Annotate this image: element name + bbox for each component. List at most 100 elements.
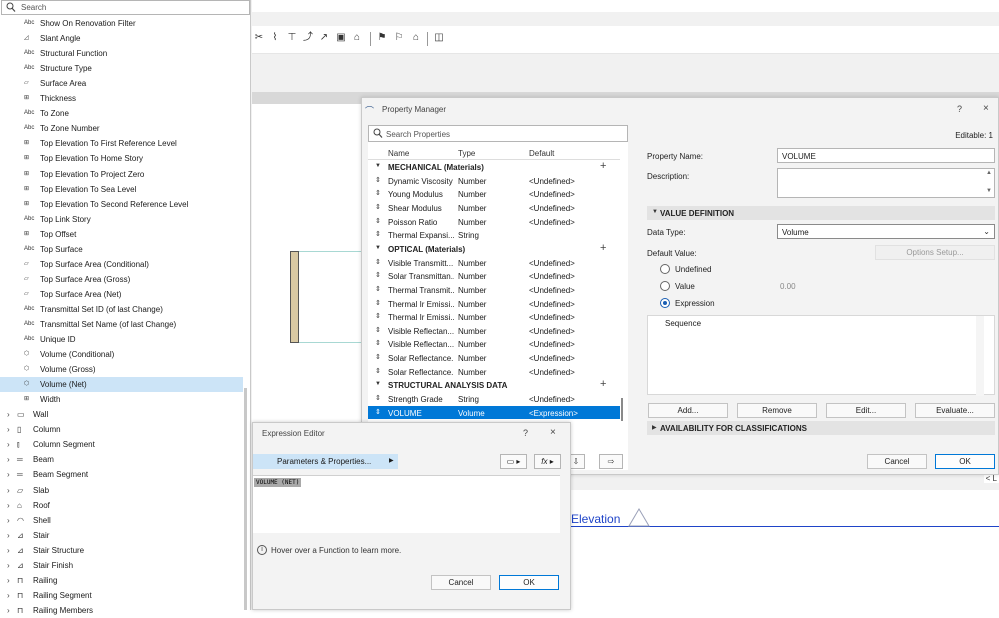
expression-list[interactable]: Sequence: [647, 315, 995, 396]
collapse-icon[interactable]: ▼: [375, 245, 381, 251]
drag-handle-icon[interactable]: ⇕: [375, 339, 381, 347]
property-row[interactable]: ⇕ Thermal Ir Emissi... Number <Undefined>: [368, 297, 620, 311]
property-row[interactable]: ⇕ Poisson Ratio Number <Undefined>: [368, 215, 620, 229]
home-search-icon[interactable]: ⌂: [410, 32, 422, 44]
category-item[interactable]: › ⊿ Stair Structure: [0, 543, 243, 558]
property-list-item[interactable]: ⊞ Top Offset: [0, 227, 243, 242]
flag-icon[interactable]: ⚑: [376, 32, 388, 44]
property-table-scrollbar[interactable]: [621, 398, 623, 421]
property-row[interactable]: ⇕ Thermal Ir Emissi... Number <Undefined>: [368, 310, 620, 324]
close-button[interactable]: ×: [983, 103, 989, 114]
property-list-item[interactable]: Abc Top Surface: [0, 242, 243, 257]
functions-button[interactable]: fx ▸: [534, 454, 561, 469]
search-properties-input[interactable]: Search Properties: [368, 125, 628, 142]
expression-token[interactable]: VOLUME (NET): [254, 478, 302, 487]
value-definition-section[interactable]: ▼ VALUE DEFINITION: [647, 206, 995, 220]
drag-handle-icon[interactable]: ⇕: [375, 353, 381, 361]
chevron-right-icon[interactable]: ›: [7, 501, 10, 510]
radio-value[interactable]: [660, 281, 670, 291]
drag-handle-icon[interactable]: ⇕: [375, 203, 381, 211]
tree-search-input[interactable]: Search: [1, 0, 250, 15]
property-list-item[interactable]: ▱ Top Surface Area (Conditional): [0, 257, 243, 272]
collapse-icon[interactable]: ▼: [375, 381, 381, 387]
scissors-icon[interactable]: ✂: [253, 32, 265, 44]
collapse-icon[interactable]: ▼: [375, 163, 381, 169]
edit-button[interactable]: Edit...: [826, 403, 906, 418]
expression-item[interactable]: Sequence: [665, 319, 701, 328]
expression-text-area[interactable]: VOLUME (NET): [253, 475, 560, 533]
property-row[interactable]: ⇕ Solar Reflectance... Number <Undefined>: [368, 351, 620, 365]
adjust-icon[interactable]: ⊤: [286, 32, 298, 44]
chevron-right-icon[interactable]: ›: [7, 591, 10, 600]
category-item[interactable]: › ⫾ Column Segment: [0, 437, 243, 452]
add-property-icon[interactable]: +: [600, 160, 606, 172]
chevron-right-icon[interactable]: ›: [7, 606, 10, 615]
drag-handle-icon[interactable]: ⇕: [375, 285, 381, 293]
property-list-item[interactable]: ⬡ Volume (Conditional): [0, 347, 243, 362]
wall-element[interactable]: [290, 251, 299, 343]
drag-handle-icon[interactable]: ⇕: [375, 394, 381, 402]
property-row[interactable]: ⇕ Young Modulus Number <Undefined>: [368, 187, 620, 201]
chevron-right-icon[interactable]: ›: [7, 425, 10, 434]
property-list-item[interactable]: ⊞ Top Elevation To Sea Level: [0, 182, 243, 197]
add-button[interactable]: Add...: [648, 403, 728, 418]
property-list-item[interactable]: ⬡ Volume (Net): [0, 377, 243, 393]
property-list-item[interactable]: Abc Structure Type: [0, 61, 243, 76]
drag-handle-icon[interactable]: ⇕: [375, 367, 381, 375]
property-list-item[interactable]: Abc Structural Function: [0, 46, 243, 61]
property-group-row[interactable]: ▼ MECHANICAL (Materials) +: [368, 160, 620, 174]
category-item[interactable]: › ⊿ Stair: [0, 528, 243, 543]
drag-handle-icon[interactable]: ⇕: [375, 312, 381, 320]
property-group-row[interactable]: ▼ STRUCTURAL ANALYSIS DATA +: [368, 378, 620, 392]
add-property-icon[interactable]: +: [600, 378, 606, 390]
drag-handle-icon[interactable]: ⇕: [375, 299, 381, 307]
chevron-right-icon[interactable]: ›: [7, 470, 10, 479]
radio-expression[interactable]: [660, 298, 670, 308]
evaluate-button[interactable]: Evaluate...: [915, 403, 995, 418]
help-button[interactable]: ?: [957, 104, 962, 114]
offset-icon[interactable]: ⤴: [302, 32, 314, 44]
property-list-item[interactable]: Abc Show On Renovation Filter: [0, 16, 243, 31]
scroll-down-icon[interactable]: ▼: [986, 188, 992, 194]
category-item[interactable]: › ⊓ Railing: [0, 573, 243, 588]
property-row[interactable]: ⇕ VOLUME Volume <Expression>: [368, 405, 620, 420]
category-item[interactable]: › ⌂ Roof: [0, 498, 243, 513]
data-type-select[interactable]: Volume ⌄: [777, 224, 995, 239]
property-list-item[interactable]: ⊞ Top Elevation To First Reference Level: [0, 136, 243, 151]
property-row[interactable]: ⇕ Shear Modulus Number <Undefined>: [368, 201, 620, 215]
drag-handle-icon[interactable]: ⇕: [375, 258, 381, 266]
description-input[interactable]: ▲ ▼: [777, 168, 995, 198]
drag-handle-icon[interactable]: ⇕: [375, 230, 381, 238]
ok-button[interactable]: OK: [935, 454, 995, 469]
magic-wand-icon[interactable]: ⌇: [269, 32, 281, 44]
property-list-item[interactable]: ▱ Surface Area: [0, 76, 243, 91]
availability-section[interactable]: ▶ AVAILABILITY FOR CLASSIFICATIONS: [647, 421, 995, 435]
category-item[interactable]: › ⊿ Stair Finish: [0, 558, 243, 573]
column-header-name[interactable]: Name: [388, 149, 409, 158]
parameters-properties-menu[interactable]: Parameters & Properties... ▶: [253, 454, 398, 469]
category-item[interactable]: › ═ Beam: [0, 452, 243, 467]
drag-handle-icon[interactable]: ⇕: [375, 217, 381, 225]
property-list-item[interactable]: ⬡ Volume (Gross): [0, 362, 243, 377]
left-panel-scrollbar[interactable]: [244, 388, 247, 610]
property-row[interactable]: ⇕ Visible Transmitt... Number <Undefined>: [368, 256, 620, 270]
property-row[interactable]: ⇕ Visible Reflectan... Number <Undefined>: [368, 324, 620, 338]
chevron-right-icon[interactable]: ›: [7, 546, 10, 555]
drag-handle-icon[interactable]: ⇕: [375, 189, 381, 197]
chevron-right-icon[interactable]: ›: [7, 455, 10, 464]
expression-scrollbar[interactable]: [976, 316, 984, 396]
property-list-item[interactable]: ▱ Top Surface Area (Gross): [0, 272, 243, 287]
cancel-button[interactable]: Cancel: [867, 454, 927, 469]
property-list-item[interactable]: Abc Transmittal Set Name (of last Change): [0, 317, 243, 332]
property-list-item[interactable]: ⊞ Thickness: [0, 91, 243, 106]
property-row[interactable]: ⇕ Solar Transmittan... Number <Undefined>: [368, 269, 620, 283]
category-item[interactable]: › ═ Beam Segment: [0, 467, 243, 482]
property-list-item[interactable]: Abc Unique ID: [0, 332, 243, 347]
property-list-item[interactable]: Abc Transmittal Set ID (of last Change): [0, 302, 243, 317]
add-property-icon[interactable]: +: [600, 242, 606, 254]
export-icon[interactable]: ⇨: [599, 454, 623, 469]
radio-undefined[interactable]: [660, 264, 670, 274]
category-item[interactable]: › ▱ Slab: [0, 483, 243, 498]
scroll-up-icon[interactable]: ▲: [986, 170, 992, 176]
chevron-right-icon[interactable]: ›: [7, 561, 10, 570]
